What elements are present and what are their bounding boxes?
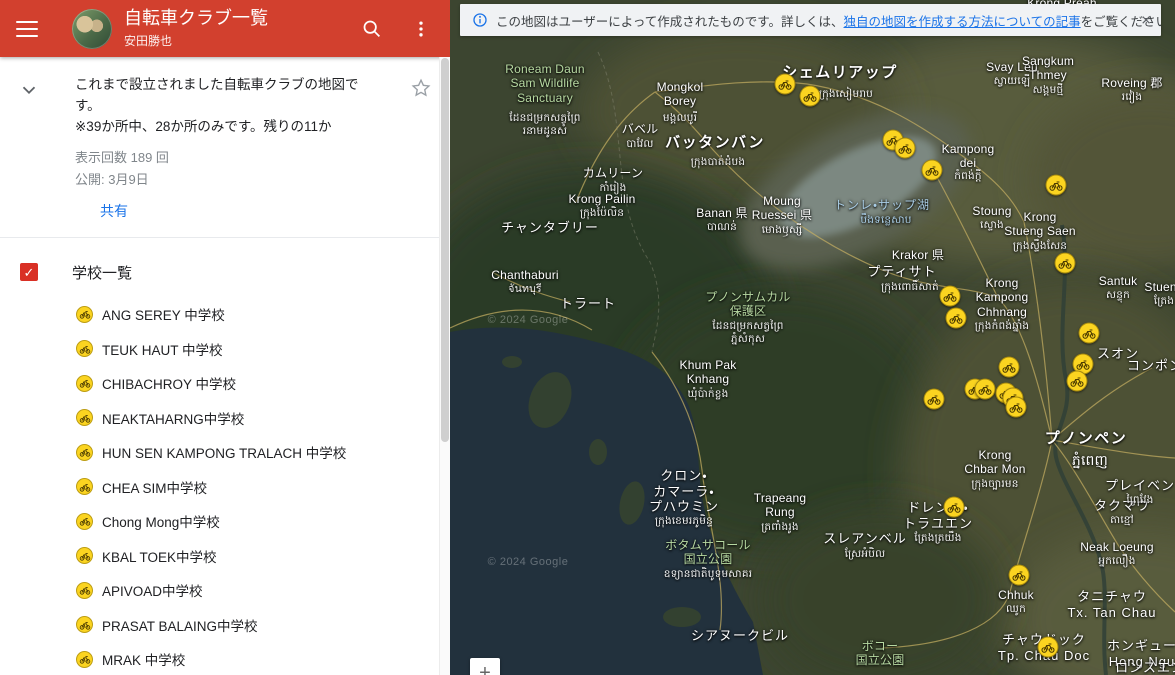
layer-checkbox[interactable]: ✓	[20, 263, 38, 281]
view-count: 表示回数 189 回	[75, 147, 405, 166]
chevron-down-icon[interactable]	[18, 79, 40, 106]
school-list-item[interactable]: PRASAT BALAING中学校	[0, 607, 450, 642]
layer-section: ✓ 学校一覧 ANG SEREY 中学校 TEUK HAUT 中学校 CHIBACH…	[0, 238, 450, 675]
school-list-item[interactable]: ANG SEREY 中学校	[0, 297, 450, 332]
bicycle-marker[interactable]	[940, 286, 961, 307]
school-list-item[interactable]: KBAL TOEK中学校	[0, 538, 450, 573]
notice-prefix: この地図はユーザーによって作成されたものです。詳しくは、	[496, 15, 844, 29]
search-icon[interactable]	[358, 16, 384, 42]
share-link[interactable]: 共有	[100, 201, 128, 221]
scrollbar-thumb[interactable]	[441, 58, 449, 442]
notice-text: この地図はユーザーによって作成されたものです。詳しくは、独自の地図を作成する方法…	[496, 11, 1161, 30]
school-list-item[interactable]: Chong Mong中学校	[0, 504, 450, 539]
layer-title: 学校一覧	[72, 262, 132, 283]
bicycle-marker-icon	[76, 375, 93, 392]
star-icon[interactable]	[410, 77, 432, 104]
school-name: APIVOAD中学校	[102, 580, 203, 600]
title-block: 自転車クラブ一覧 安田勝也	[124, 8, 358, 49]
bicycle-marker-icon	[76, 306, 93, 323]
sidebar: 自転車クラブ一覧 安田勝也 これまで設立されました自転車クラブの地図です。 ※3…	[0, 0, 450, 675]
check-icon: ✓	[24, 266, 35, 279]
sidebar-scrollbar[interactable]	[439, 57, 450, 675]
bicycle-marker[interactable]	[1055, 253, 1076, 274]
school-name: ANG SEREY 中学校	[102, 304, 225, 324]
info-icon	[472, 12, 488, 28]
map-canvas[interactable]: Roneam DaunSam WildlifeSanctuaryដែនជម្រក…	[450, 0, 1175, 675]
page-title: 自転車クラブ一覧	[124, 8, 358, 29]
school-list-item[interactable]: APIVOAD中学校	[0, 573, 450, 608]
more-options-icon[interactable]	[408, 16, 434, 42]
bicycle-marker[interactable]	[1006, 397, 1027, 418]
bicycle-marker-icon	[76, 340, 93, 357]
sidebar-header: 自転車クラブ一覧 安田勝也	[0, 0, 450, 57]
map-description-note: ※39か所中、28か所のみです。残りの11か	[75, 117, 371, 138]
layer-header: ✓ 学校一覧	[0, 238, 450, 283]
bicycle-marker[interactable]	[895, 138, 916, 159]
school-name: CHIBACHROY 中学校	[102, 373, 236, 393]
school-name: PRASAT BALAING中学校	[102, 615, 258, 635]
bicycle-marker-icon	[76, 582, 93, 599]
avatar	[72, 9, 112, 49]
description-section: これまで設立されました自転車クラブの地図です。 ※39か所中、28か所のみです。…	[0, 57, 450, 237]
bicycle-marker[interactable]	[1067, 371, 1088, 392]
bicycle-marker[interactable]	[924, 389, 945, 410]
create-map-article-link[interactable]: 独自の地図を作成する方法についての記事	[844, 15, 1081, 29]
bicycle-marker-icon	[76, 513, 93, 530]
school-name: KBAL TOEK中学校	[102, 546, 217, 566]
menu-icon[interactable]	[16, 21, 38, 37]
bicycle-marker[interactable]	[800, 86, 821, 107]
school-list: ANG SEREY 中学校 TEUK HAUT 中学校 CHIBACHROY 中学校…	[0, 297, 450, 675]
bicycle-marker[interactable]	[946, 308, 967, 329]
bicycle-marker[interactable]	[1009, 565, 1030, 586]
bicycle-marker[interactable]	[922, 160, 943, 181]
bicycle-marker[interactable]	[1038, 637, 1059, 658]
map-author: 安田勝也	[124, 32, 358, 49]
map-description: これまで設立されました自転車クラブの地図です。	[75, 75, 371, 117]
close-icon[interactable]: ×	[1137, 10, 1155, 31]
published-date: 公開: 3月9日	[75, 169, 405, 188]
school-list-item[interactable]: CHIBACHROY 中学校	[0, 366, 450, 401]
school-list-item[interactable]: TEUK HAUT 中学校	[0, 331, 450, 366]
school-list-item[interactable]: HUN SEN KAMPONG TRALACH 中学校	[0, 435, 450, 470]
bicycle-marker-icon	[76, 444, 93, 461]
school-list-item[interactable]: CHEA SIM中学校	[0, 469, 450, 504]
bicycle-marker-icon	[76, 409, 93, 426]
my-maps-app: 自転車クラブ一覧 安田勝也 これまで設立されました自転車クラブの地図です。 ※3…	[0, 0, 1175, 675]
zoom-in-button[interactable]: +	[470, 658, 500, 675]
school-name: TEUK HAUT 中学校	[102, 339, 223, 359]
user-map-notice: この地図はユーザーによって作成されたものです。詳しくは、独自の地図を作成する方法…	[460, 4, 1161, 36]
bicycle-marker-icon	[76, 478, 93, 495]
bicycle-marker-icon	[76, 616, 93, 633]
bicycle-marker[interactable]	[775, 74, 796, 95]
bicycle-marker[interactable]	[944, 497, 965, 518]
sidebar-body: これまで設立されました自転車クラブの地図です。 ※39か所中、28か所のみです。…	[0, 57, 450, 675]
school-name: MRAK 中学校	[102, 649, 185, 669]
school-list-item[interactable]: MRAK 中学校	[0, 642, 450, 675]
school-name: CHEA SIM中学校	[102, 477, 207, 497]
school-name: HUN SEN KAMPONG TRALACH 中学校	[102, 442, 346, 462]
school-name: Chong Mong中学校	[102, 511, 220, 531]
bicycle-marker[interactable]	[999, 357, 1020, 378]
school-name: NEAKTAHARNG中学校	[102, 408, 244, 428]
bicycle-marker[interactable]	[1079, 323, 1100, 344]
bicycle-marker-icon	[76, 651, 93, 668]
school-list-item[interactable]: NEAKTAHARNG中学校	[0, 400, 450, 435]
bicycle-marker-icon	[76, 547, 93, 564]
map-markers	[450, 0, 1175, 675]
bicycle-marker[interactable]	[975, 379, 996, 400]
bicycle-marker[interactable]	[1046, 175, 1067, 196]
